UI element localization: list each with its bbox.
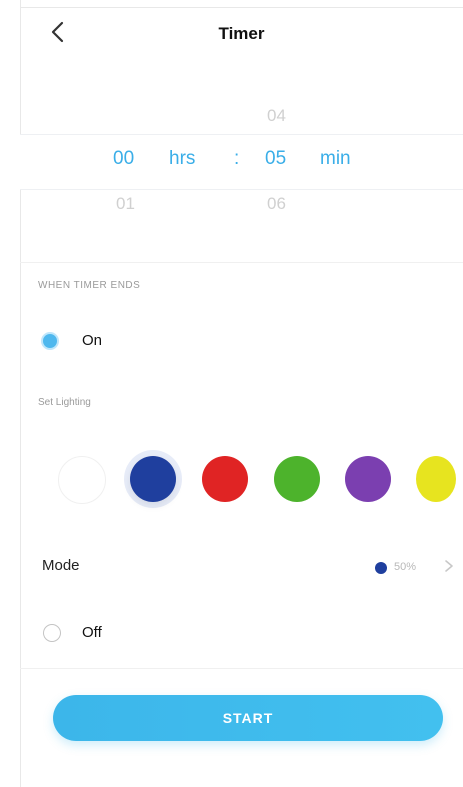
swatch-red[interactable] bbox=[202, 456, 248, 502]
mode-label: Mode bbox=[42, 557, 80, 574]
swatch-blue[interactable] bbox=[130, 456, 176, 502]
minutes-below[interactable]: 06 bbox=[267, 194, 286, 214]
hours-selected[interactable]: 00 bbox=[113, 148, 134, 170]
header-bar: Timer bbox=[20, 8, 463, 60]
page-title: Timer bbox=[218, 24, 265, 43]
mode-value: 50% bbox=[394, 561, 417, 573]
back-button[interactable] bbox=[44, 18, 72, 46]
swatch-white[interactable] bbox=[58, 456, 106, 504]
swatch-yellow[interactable] bbox=[416, 456, 456, 502]
time-separator: : bbox=[234, 148, 240, 169]
hours-below[interactable]: 01 bbox=[116, 194, 135, 214]
bottom-divider bbox=[20, 668, 463, 669]
mode-row[interactable]: Mode 50% bbox=[20, 545, 463, 589]
minutes-above[interactable]: 04 bbox=[267, 106, 286, 126]
section-divider bbox=[20, 262, 463, 263]
swatch-green[interactable] bbox=[274, 456, 320, 502]
hours-unit: hrs bbox=[169, 148, 196, 169]
when-timer-ends-label: WHEN TIMER ENDS bbox=[38, 280, 141, 291]
chevron-left-icon bbox=[51, 21, 64, 43]
time-picker[interactable]: 00 01 hrs : 04 05 06 min bbox=[20, 62, 463, 262]
set-lighting-label: Set Lighting bbox=[38, 397, 91, 408]
picker-selection-band bbox=[20, 134, 463, 190]
off-radio[interactable] bbox=[43, 624, 61, 642]
chevron-right-icon bbox=[445, 560, 453, 572]
on-radio[interactable] bbox=[41, 332, 59, 350]
start-button[interactable]: START bbox=[53, 695, 443, 741]
minutes-selected[interactable]: 05 bbox=[265, 148, 286, 170]
minutes-unit: min bbox=[320, 148, 351, 169]
lighting-color-swatches bbox=[20, 452, 463, 510]
off-label[interactable]: Off bbox=[82, 624, 102, 641]
on-label[interactable]: On bbox=[82, 332, 102, 349]
swatch-purple[interactable] bbox=[345, 456, 391, 502]
mode-color-dot bbox=[375, 562, 387, 574]
